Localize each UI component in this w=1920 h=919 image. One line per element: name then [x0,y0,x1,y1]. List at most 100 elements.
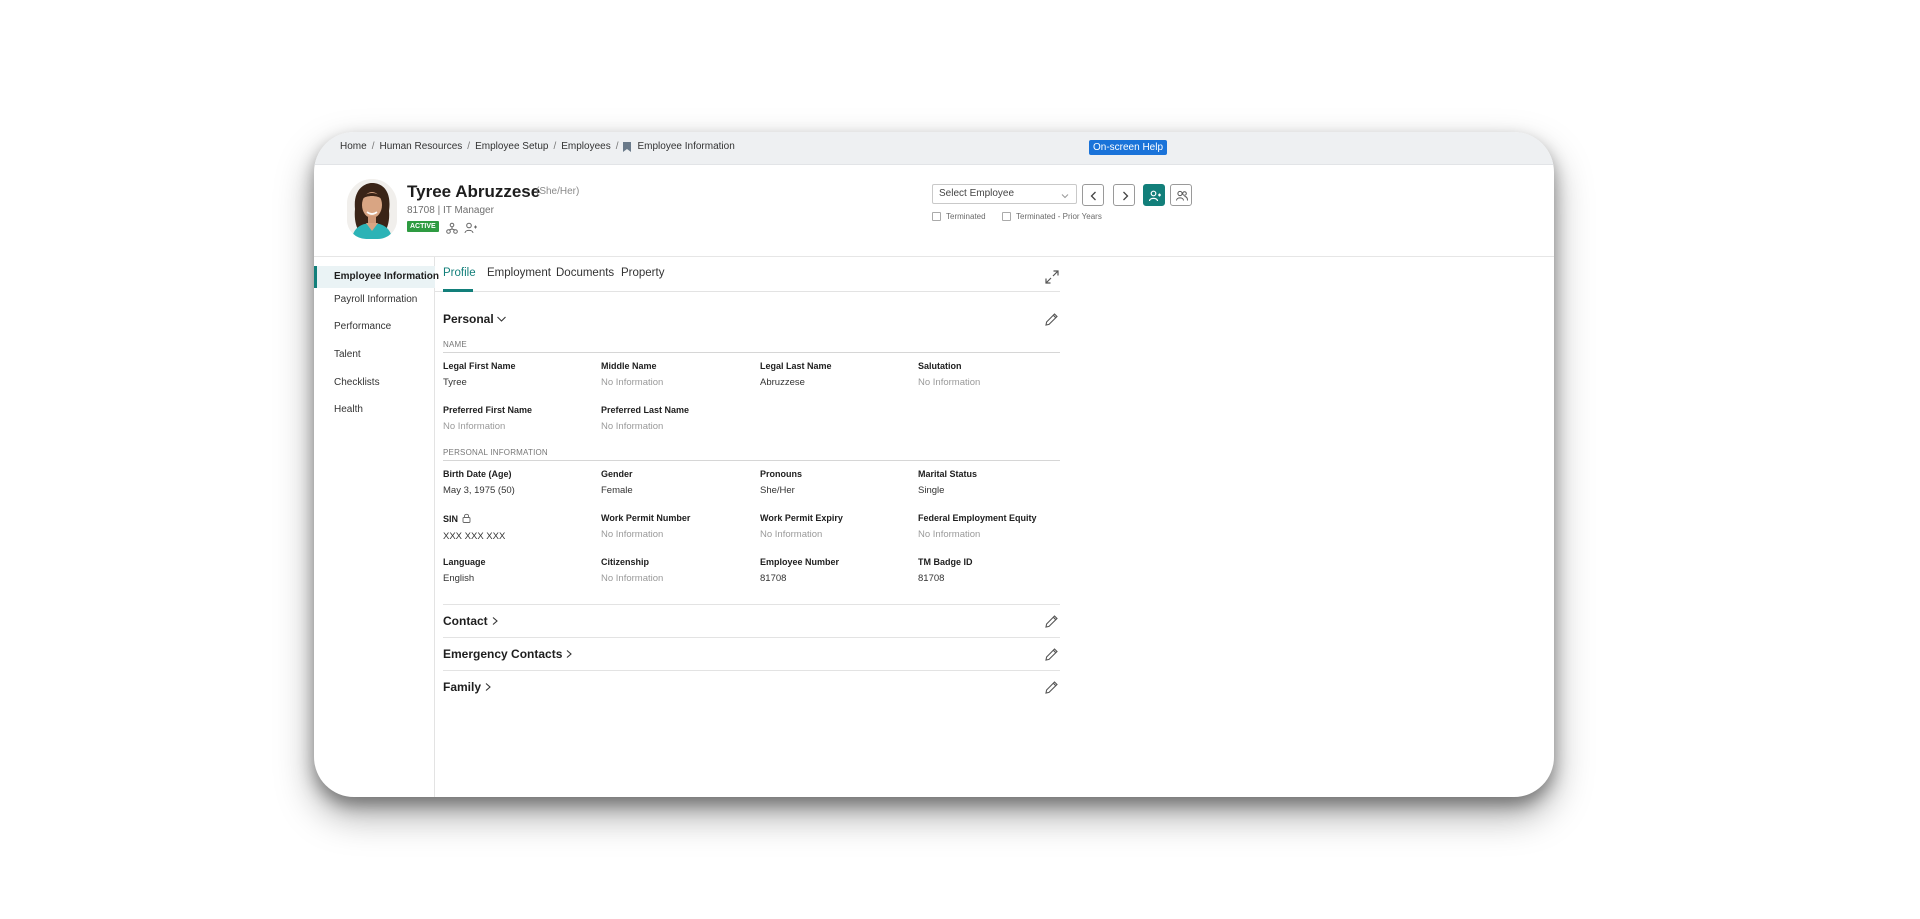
select-employee-dropdown[interactable]: Select Employee [932,184,1077,204]
field-label: Marital Status [918,469,978,479]
family-section-title: Family [443,680,482,694]
field-value: No Information [601,421,664,432]
tab-documents[interactable]: Documents [556,267,614,279]
expand-icon[interactable] [1045,270,1059,284]
field-value: She/Her [760,485,795,496]
app-window: Home / Human Resources / Employee Setup … [314,132,1554,797]
edit-family-icon[interactable] [1044,680,1059,695]
contact-section-toggle[interactable]: Contact [443,614,499,628]
field-value: Abruzzese [760,377,805,388]
breadcrumb-separator: / [615,141,619,152]
terminated-prior-years-label: Terminated - Prior Years [1016,212,1102,221]
field-work-permit-number: Work Permit Number No Information [601,513,751,540]
field-sin: SIN XXX XXX XXX [443,513,593,542]
sidebar: Employee Information Payroll Information… [314,257,439,797]
chevron-down-icon [1061,189,1069,199]
tab-bar: Profile Employment Documents Property [435,257,1060,292]
tab-profile[interactable]: Profile [443,267,476,279]
sidebar-item-performance[interactable]: Performance [314,316,435,338]
select-employee-placeholder: Select Employee [939,188,1015,199]
field-label: Language [443,557,486,567]
breadcrumb-separator: / [553,141,557,152]
chevron-right-icon [492,617,498,625]
field-legal-last-name: Legal Last Name Abruzzese [760,361,910,388]
checkbox-box[interactable] [1002,212,1011,221]
field-legal-first-name: Legal First Name Tyree [443,361,593,388]
field-value: Tyree [443,377,467,388]
terminated-checkbox[interactable]: Terminated [932,212,986,221]
personal-section-toggle[interactable]: Personal [443,312,507,326]
breadcrumb-home[interactable]: Home [340,141,367,152]
breadcrumb-bar: Home / Human Resources / Employee Setup … [314,132,1554,165]
breadcrumb-separator: / [371,141,375,152]
field-label: Federal Employment Equity [918,513,1037,523]
next-employee-button[interactable] [1113,184,1135,206]
employee-directory-button[interactable] [1170,184,1192,206]
tab-property[interactable]: Property [621,267,664,279]
terminated-label: Terminated [946,212,986,221]
field-value: No Information [443,421,506,432]
field-label: Employee Number [760,557,840,567]
field-value: English [443,573,475,584]
field-label: Work Permit Number [601,513,691,523]
sidebar-item-health[interactable]: Health [314,399,435,421]
emergency-contacts-section-title: Emergency Contacts [443,647,563,661]
personal-information-subheading: PERSONAL INFORMATION [443,448,1060,461]
add-user-icon [1149,190,1161,202]
employee-header: Tyree Abruzzese (She/Her) 81708 | IT Man… [314,165,1554,257]
breadcrumb: Home / Human Resources / Employee Setup … [340,141,735,152]
tab-employment[interactable]: Employment [487,267,551,279]
employee-pronouns: (She/Her) [536,186,580,197]
terminated-prior-years-checkbox[interactable]: Terminated - Prior Years [1002,212,1102,221]
field-tm-badge-id: TM Badge ID 81708 [918,557,1068,584]
emergency-contacts-section-toggle[interactable]: Emergency Contacts [443,647,573,661]
field-label: TM Badge ID [918,557,973,567]
onscreen-help-button[interactable]: On-screen Help [1089,140,1168,155]
field-value: Female [601,485,633,496]
edit-emergency-contacts-icon[interactable] [1044,647,1059,662]
field-value: No Information [918,529,981,540]
chevron-right-icon [485,683,491,691]
previous-employee-button[interactable] [1082,184,1104,206]
field-value: No Information [918,377,981,388]
edit-personal-icon[interactable] [1044,312,1059,327]
field-value: 81708 [760,573,787,584]
active-tab-indicator [443,289,473,292]
name-subheading: NAME [443,340,1060,353]
field-value: No Information [601,573,664,584]
field-label: Preferred Last Name [601,405,690,415]
breadcrumb-current: Employee Information [637,141,735,152]
manager-icon[interactable] [464,221,477,234]
field-label-row: SIN [443,513,593,525]
field-value: No Information [601,529,664,540]
field-label: Work Permit Expiry [760,513,843,523]
field-label: Pronouns [760,469,802,479]
family-section-toggle[interactable]: Family [443,680,492,694]
breadcrumb-employee-setup[interactable]: Employee Setup [475,141,548,152]
chevron-right-icon [1123,191,1129,201]
checkbox-box[interactable] [932,212,941,221]
field-salutation: Salutation No Information [918,361,1068,388]
field-marital-status: Marital Status Single [918,469,1068,496]
contact-section-title: Contact [443,614,488,628]
sidebar-item-employee-information[interactable]: Employee Information [314,266,439,288]
sidebar-item-checklists[interactable]: Checklists [314,372,435,394]
users-icon [1176,190,1188,201]
employee-number-title: 81708 | IT Manager [407,205,494,216]
lock-icon[interactable] [462,513,471,525]
add-employee-button[interactable] [1143,184,1165,206]
edit-contact-icon[interactable] [1044,614,1059,629]
sidebar-item-payroll-information[interactable]: Payroll Information [314,289,435,311]
breadcrumb-employees[interactable]: Employees [561,141,610,152]
status-badge: ACTIVE [407,221,439,232]
field-label: Legal Last Name [760,361,832,371]
field-value: 81708 [918,573,945,584]
chevron-down-icon [496,316,506,322]
field-citizenship: Citizenship No Information [601,557,751,584]
breadcrumb-human-resources[interactable]: Human Resources [379,141,462,152]
org-chart-icon[interactable] [446,221,458,234]
bookmark-icon[interactable] [623,141,632,152]
field-label: Gender [601,469,633,479]
sidebar-item-talent[interactable]: Talent [314,344,435,366]
field-work-permit-expiry: Work Permit Expiry No Information [760,513,910,540]
